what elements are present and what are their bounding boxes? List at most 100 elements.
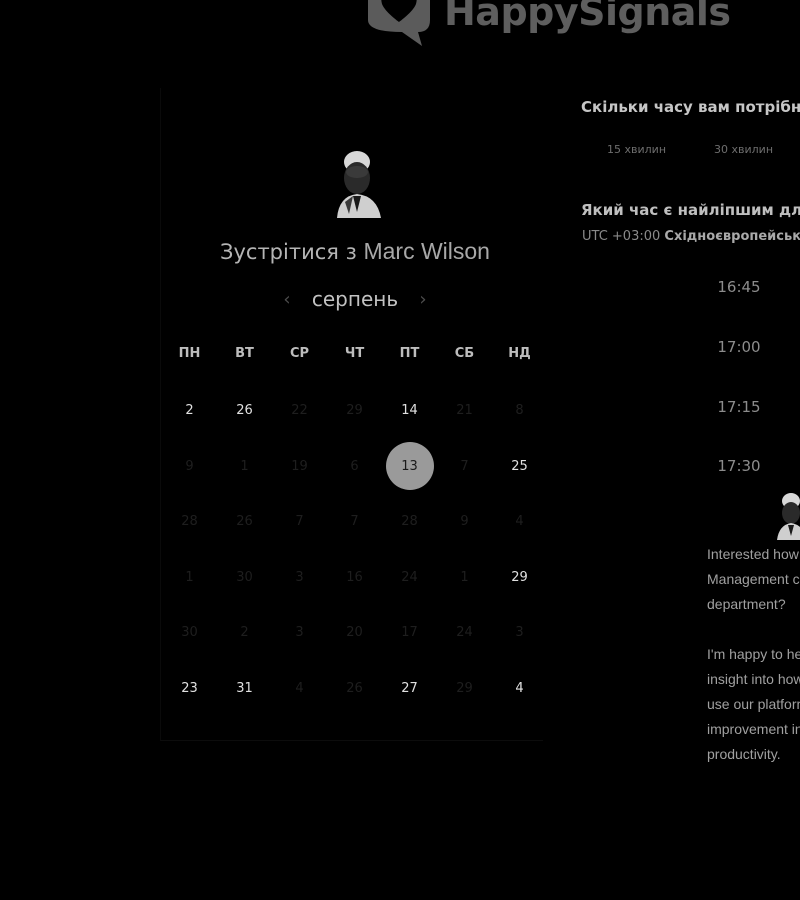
duration-question: Скільки часу вам потрібно?: [581, 98, 800, 116]
time-question: Який час є найліпшим для ва: [581, 201, 800, 219]
calendar-day-number: 30: [236, 569, 253, 585]
calendar-day-number: 4: [295, 680, 304, 696]
calendar-day-number: 1: [185, 569, 194, 585]
brand-name: HappySignals: [444, 0, 731, 34]
time-slot[interactable]: 16:45: [700, 278, 778, 296]
calendar-day-number: 7: [295, 514, 304, 530]
calendar-day: 29: [437, 661, 492, 717]
calendar-day[interactable]: 29: [492, 550, 547, 606]
calendar-day-number: 26: [236, 403, 253, 419]
calendar-day-number: 28: [401, 514, 418, 530]
calendar-day: 7: [327, 494, 382, 550]
chevron-right-icon: ›: [419, 288, 427, 310]
calendar-day-number: 1: [460, 569, 469, 585]
calendar-day: 21: [437, 383, 492, 439]
calendar-day: 22: [272, 383, 327, 439]
calendar-day-number: 19: [291, 458, 308, 474]
weekday-label: НД: [508, 346, 531, 361]
time-slot[interactable]: 17:30: [700, 457, 778, 475]
duration-option-15[interactable]: 15 хвилин: [607, 143, 666, 156]
time-slot[interactable]: 17:00: [700, 338, 778, 356]
calendar-day-number: 7: [460, 458, 469, 474]
month-label: серпень: [311, 287, 399, 311]
host-avatar: [333, 150, 385, 218]
calendar-day-number: 9: [460, 514, 469, 530]
calendar-day-number: 14: [401, 403, 418, 419]
calendar-day-number: 31: [236, 680, 253, 696]
chat-message-line: productivity.: [707, 746, 781, 762]
chat-message-line: insight into how: [707, 671, 800, 687]
calendar-day-number: 4: [515, 680, 524, 696]
brand-logo: HappySignals: [362, 0, 731, 50]
calendar-day-number: 8: [515, 403, 524, 419]
calendar-day-number: 17: [401, 625, 418, 641]
calendar-day: 1: [162, 550, 217, 606]
calendar-day: 30: [162, 605, 217, 661]
calendar-day-number: 3: [295, 625, 304, 641]
calendar-day: 24: [382, 550, 437, 606]
weekday-label: СР: [289, 346, 310, 361]
calendar-day-number: 23: [181, 680, 198, 696]
logo-heart-icon: [362, 0, 436, 50]
calendar-day[interactable]: 23: [162, 661, 217, 717]
chat-avatar[interactable]: [776, 492, 800, 540]
calendar-day-number: 29: [346, 403, 363, 419]
calendar-day: 24: [437, 605, 492, 661]
calendar-day: 4: [272, 661, 327, 717]
calendar-day: 9: [162, 439, 217, 495]
calendar-day: 28: [162, 494, 217, 550]
calendar-day-number: 24: [456, 625, 473, 641]
calendar-day: 29: [327, 383, 382, 439]
calendar-day-number: 26: [346, 680, 363, 696]
calendar-day: 28: [382, 494, 437, 550]
calendar-day: 30: [217, 550, 272, 606]
calendar-day-number: 27: [401, 680, 418, 696]
chat-message-line: I'm happy to he: [707, 646, 800, 662]
timezone-selector[interactable]: UTC +03:00 Східноєвропейськи: [582, 229, 800, 244]
calendar-day: 1: [217, 439, 272, 495]
weekday-label: ПТ: [399, 346, 420, 361]
calendar-day[interactable]: 26: [217, 383, 272, 439]
calendar-day-number: 16: [346, 569, 363, 585]
weekday-label: ВТ: [235, 346, 254, 361]
calendar-day[interactable]: 14: [382, 383, 437, 439]
calendar-day: 4: [492, 494, 547, 550]
calendar-day: 7: [272, 494, 327, 550]
calendar-day[interactable]: 27: [382, 661, 437, 717]
calendar-days-grid: 2 26 22 29 14 21 8 9 1 19 6 13 7 25 28 26 7 7 28 9 4 1 30 3 16 24…: [162, 383, 547, 716]
calendar-day[interactable]: 2: [162, 383, 217, 439]
timezone-name: Східноєвропейськи: [664, 229, 800, 244]
calendar-day-number: 1: [240, 458, 249, 474]
calendar-day: 26: [217, 494, 272, 550]
calendar-day-number: 20: [346, 625, 363, 641]
calendar-day: 20: [327, 605, 382, 661]
calendar-day: 19: [272, 439, 327, 495]
calendar-day: 8: [492, 383, 547, 439]
calendar-day-number: 7: [350, 514, 359, 530]
calendar-day-number: 4: [515, 514, 524, 530]
chat-message-line: Management co: [707, 571, 800, 587]
calendar-day: 6: [327, 439, 382, 495]
calendar-day-number: 28: [181, 514, 198, 530]
weekday-label: ПН: [178, 346, 201, 361]
calendar-day[interactable]: 4: [492, 661, 547, 717]
calendar-day: 3: [492, 605, 547, 661]
calendar-day: 2: [217, 605, 272, 661]
calendar-day[interactable]: 31: [217, 661, 272, 717]
calendar-day-number: 2: [185, 403, 194, 419]
chat-message-line: Interested how: [707, 546, 799, 562]
duration-option-30[interactable]: 30 хвилин: [714, 143, 773, 156]
month-navigation: ‹ серпень ›: [280, 284, 430, 314]
chat-message-line: improvement in: [707, 721, 800, 737]
calendar-day: 9: [437, 494, 492, 550]
calendar-day-selected[interactable]: 13: [382, 439, 437, 495]
chat-message-line: department?: [707, 596, 786, 612]
chat-message-line: use our platform: [707, 696, 800, 712]
calendar-day-number: 30: [181, 625, 198, 641]
calendar-day-number: 26: [236, 514, 253, 530]
weekday-label: ЧТ: [344, 346, 365, 361]
next-month-button[interactable]: ›: [416, 284, 430, 314]
prev-month-button[interactable]: ‹: [280, 284, 294, 314]
calendar-day[interactable]: 25: [492, 439, 547, 495]
time-slot[interactable]: 17:15: [700, 398, 778, 416]
